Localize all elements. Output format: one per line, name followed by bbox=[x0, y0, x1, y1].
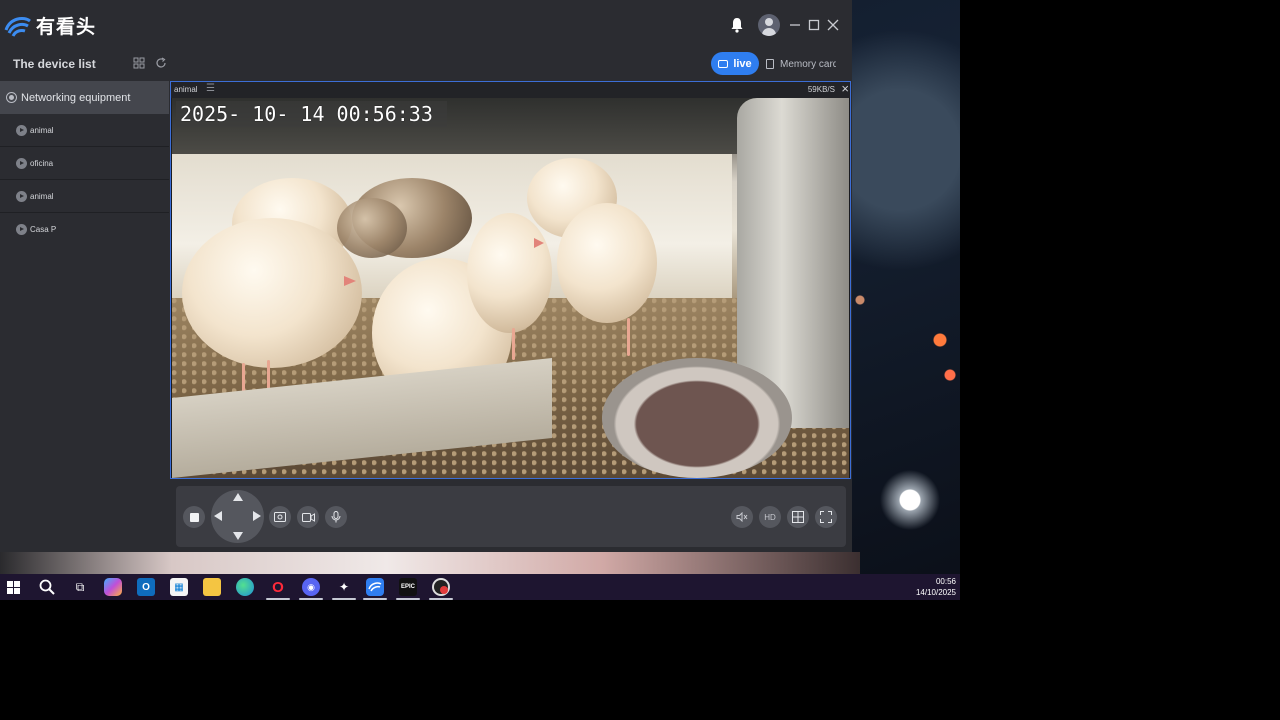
tv-icon bbox=[718, 59, 729, 68]
player-control-bar: HD bbox=[176, 486, 846, 547]
close-stream-icon[interactable]: × bbox=[841, 81, 849, 96]
device-item-oficina[interactable]: oficina bbox=[0, 147, 169, 180]
steam-icon[interactable]: ✦ bbox=[332, 578, 356, 600]
speaker-muted-icon bbox=[736, 512, 748, 522]
app-icon[interactable] bbox=[429, 578, 453, 600]
task-view-icon[interactable]: ⧉ bbox=[71, 578, 89, 596]
refresh-icon[interactable] bbox=[154, 57, 168, 71]
windows-start-icon[interactable] bbox=[7, 581, 20, 594]
microphone-icon bbox=[331, 511, 341, 523]
mute-button[interactable] bbox=[731, 506, 753, 528]
live-button[interactable]: live bbox=[711, 52, 759, 75]
store-icon[interactable]: ▦ bbox=[170, 578, 188, 596]
device-label: animal bbox=[30, 125, 54, 135]
windows-taskbar: ⧉ O ▦ O ◉ ✦ EPIC 00:56 14/10/2025 bbox=[0, 574, 960, 600]
discord-icon[interactable]: ◉ bbox=[299, 578, 323, 600]
app-logo: 有看头 bbox=[4, 12, 96, 39]
quality-hd-button[interactable]: HD bbox=[759, 506, 781, 528]
play-icon bbox=[16, 124, 27, 136]
sidebar-header: The device list bbox=[0, 48, 169, 80]
pan-down-icon[interactable] bbox=[233, 532, 243, 540]
system-clock[interactable]: 00:56 14/10/2025 bbox=[916, 576, 956, 598]
fullscreen-button[interactable] bbox=[815, 506, 837, 528]
notification-bell-icon[interactable] bbox=[724, 12, 750, 38]
chick bbox=[557, 203, 657, 323]
device-label: Casa P bbox=[30, 225, 57, 234]
talk-button[interactable] bbox=[325, 506, 347, 528]
close-icon[interactable] bbox=[820, 12, 846, 38]
device-item-animal-2[interactable]: animal bbox=[0, 180, 169, 213]
edge-icon[interactable] bbox=[236, 578, 254, 596]
split-screen-icon bbox=[792, 511, 804, 523]
file-explorer-icon[interactable] bbox=[203, 578, 221, 596]
chick bbox=[467, 213, 552, 333]
outlook-icon[interactable]: O bbox=[137, 578, 155, 596]
screenshot-button[interactable] bbox=[269, 506, 291, 528]
sidebar-title: The device list bbox=[13, 57, 96, 71]
device-item-casa-p[interactable]: Casa P bbox=[0, 213, 169, 246]
stop-button[interactable] bbox=[183, 506, 205, 528]
chick bbox=[337, 198, 407, 258]
pan-right-icon[interactable] bbox=[253, 511, 261, 521]
desktop-wallpaper-strip bbox=[0, 552, 860, 574]
device-item-animal[interactable]: animal bbox=[0, 114, 169, 147]
play-icon bbox=[16, 190, 27, 202]
channel-name: animal bbox=[174, 85, 198, 94]
bitrate-label: 59KB/S bbox=[807, 85, 835, 94]
copilot-icon[interactable] bbox=[104, 578, 122, 596]
screenshot-icon bbox=[274, 512, 286, 522]
record-button[interactable] bbox=[297, 506, 319, 528]
chick bbox=[182, 218, 362, 368]
pan-left-icon[interactable] bbox=[214, 511, 222, 521]
chick-leg bbox=[512, 328, 515, 360]
split-screen-button[interactable] bbox=[787, 506, 809, 528]
opera-icon[interactable]: O bbox=[266, 578, 290, 600]
sd-card-icon bbox=[766, 59, 774, 69]
clock-time: 00:56 bbox=[935, 577, 956, 586]
epic-games-icon[interactable]: EPIC bbox=[396, 578, 420, 600]
device-label: oficina bbox=[30, 158, 54, 168]
device-sidebar: The device list Networking equipment ani… bbox=[0, 48, 169, 552]
device-label: animal bbox=[30, 191, 54, 201]
logo-text: 有看头 bbox=[36, 17, 97, 38]
user-avatar[interactable] bbox=[758, 14, 780, 36]
video-header: animal ☰ 59KB/S × bbox=[171, 81, 850, 98]
search-icon[interactable] bbox=[38, 578, 56, 596]
logo-icon bbox=[4, 16, 31, 37]
play-icon bbox=[16, 224, 27, 235]
sidebar-group-networking[interactable]: Networking equipment bbox=[0, 81, 169, 114]
video-camera-icon bbox=[301, 512, 315, 522]
clock-date: 14/10/2025 bbox=[915, 588, 956, 597]
chick-beak bbox=[534, 238, 544, 248]
ptz-direction-pad[interactable] bbox=[211, 490, 264, 543]
settings-icon bbox=[6, 92, 17, 103]
grid-view-icon[interactable] bbox=[132, 57, 146, 71]
app-window: 有看头 The device list Networking equipment… bbox=[0, 0, 852, 552]
video-timestamp-overlay: 2025- 10- 14 00:56:33 bbox=[176, 101, 447, 127]
chick-beak bbox=[344, 276, 356, 286]
title-bar: 有看头 bbox=[0, 0, 852, 48]
fullscreen-icon bbox=[820, 511, 832, 523]
video-panel[interactable]: animal ☰ 59KB/S × 2025- 10- 14 00:56:33 bbox=[170, 81, 851, 479]
camera-app-icon[interactable] bbox=[363, 578, 387, 600]
group-label: Networking equipment bbox=[21, 91, 131, 104]
menu-icon[interactable]: ☰ bbox=[206, 83, 215, 94]
play-icon bbox=[16, 157, 27, 169]
live-label: live bbox=[733, 57, 752, 70]
pan-up-icon[interactable] bbox=[233, 493, 243, 501]
video-scene-bowl bbox=[602, 358, 792, 478]
memory-card-label: Memory card bbox=[780, 58, 836, 70]
live-video-feed[interactable]: 2025- 10- 14 00:56:33 bbox=[172, 98, 849, 478]
memory-card-button[interactable]: Memory card bbox=[766, 56, 836, 72]
chick-leg bbox=[627, 318, 630, 356]
